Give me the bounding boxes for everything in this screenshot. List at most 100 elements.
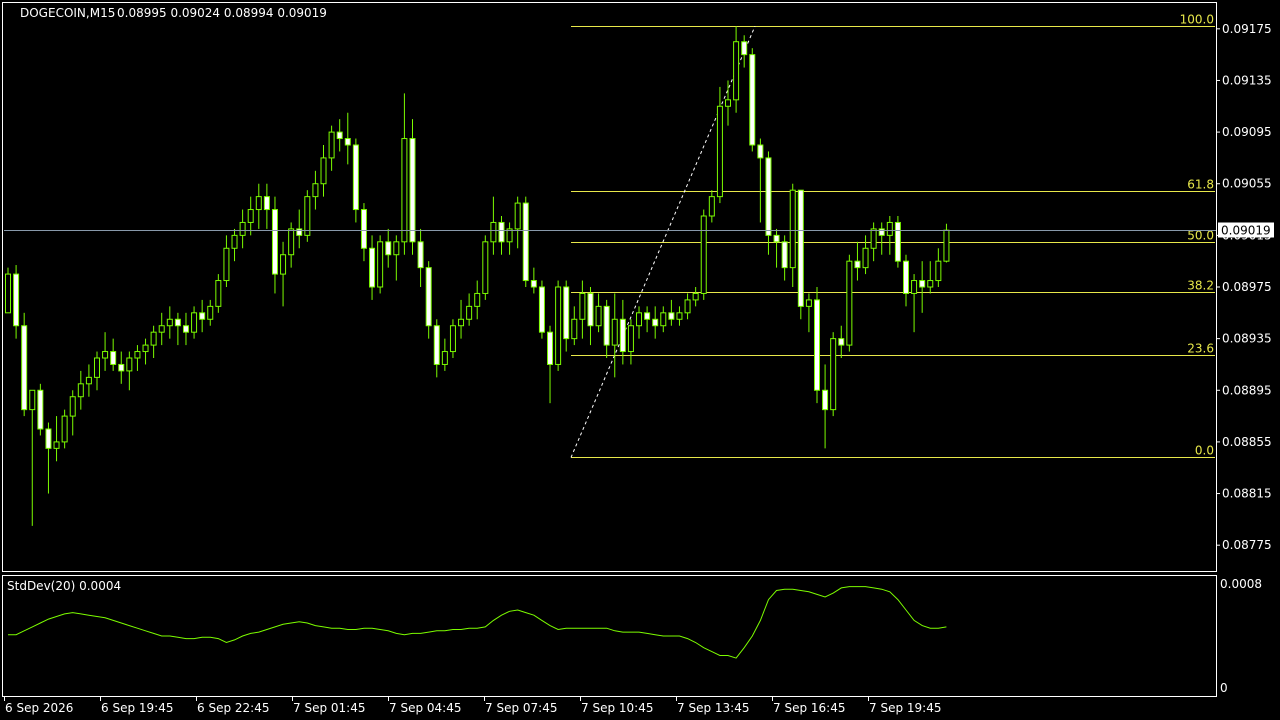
candle <box>5 267 11 314</box>
candle <box>733 26 740 113</box>
candle-body-bull <box>911 280 918 294</box>
candle <box>603 299 610 358</box>
candle-body-bull <box>207 305 214 320</box>
candle <box>911 274 918 333</box>
candle-body-bull <box>862 247 869 269</box>
candle <box>296 209 303 249</box>
candle-body-bear <box>644 312 651 320</box>
candle <box>700 209 707 300</box>
candle-body-bull <box>5 273 11 314</box>
candle <box>377 235 384 294</box>
candle-body-bull <box>692 292 699 301</box>
candle <box>320 145 327 197</box>
candle-body-bear <box>417 241 424 269</box>
candle <box>263 183 270 229</box>
candle <box>425 261 432 339</box>
candle-body-bull <box>29 389 36 411</box>
candle <box>660 306 667 333</box>
time-axis[interactable]: 6 Sep 2026 6 Sep 19:45 6 Sep 22:45 7 Sep 01… <box>4 697 942 715</box>
candle-body-bear <box>369 247 376 288</box>
candle <box>304 190 311 242</box>
candle <box>360 203 367 262</box>
candle-body-bear <box>902 260 909 294</box>
price-tick-label: 0.08935 <box>1222 332 1272 346</box>
fib-trendline[interactable] <box>570 26 756 458</box>
candle-body-bull <box>935 260 942 282</box>
main-panel-frame <box>2 2 1217 572</box>
candle <box>530 267 537 294</box>
candle <box>563 280 570 352</box>
candle <box>21 312 28 417</box>
candle-body-bear <box>344 138 351 146</box>
candle-body-bear <box>360 209 367 249</box>
candle-body-bear <box>530 280 537 288</box>
candle <box>45 422 52 494</box>
price-axis[interactable]: 0.091750.091350.090950.090550.090150.089… <box>1216 22 1272 552</box>
candle <box>77 370 84 410</box>
candle <box>199 299 206 333</box>
indicator-panel-frame <box>2 575 1217 697</box>
candle-body-bear <box>822 389 829 411</box>
candle <box>223 235 230 287</box>
candle <box>93 351 100 391</box>
candle-body-bear <box>296 228 303 236</box>
candle-body-bull <box>927 280 934 288</box>
candle <box>571 306 578 346</box>
candle <box>247 196 254 236</box>
candle-body-bull <box>223 247 230 282</box>
candle <box>215 274 222 313</box>
candle <box>870 222 877 262</box>
candle <box>102 332 109 371</box>
candle-body-bull <box>53 441 60 449</box>
candle-body-bull <box>943 229 950 262</box>
candle <box>369 235 376 300</box>
candle-body-bear <box>894 221 901 262</box>
time-tick-label: 7 Sep 10:45 <box>581 701 653 715</box>
candle <box>336 119 343 152</box>
candle-body-bull <box>280 254 287 275</box>
candle <box>595 293 602 333</box>
candle-body-bull <box>789 189 796 269</box>
candlestick-chart[interactable]: 100.061.850.038.223.60.0 0.09175 0.09135 0… <box>0 0 1280 720</box>
candle-body-bull <box>93 357 100 378</box>
candle-body-bull <box>595 305 602 327</box>
candle <box>757 138 764 223</box>
stddev-line <box>8 586 947 659</box>
candle-body-bear <box>741 41 748 56</box>
candle-body-bear <box>409 138 416 243</box>
candle <box>822 364 829 449</box>
candle-body-bear <box>13 273 20 327</box>
candle <box>231 228 238 262</box>
fib-level-label: 61.8 <box>1187 178 1214 192</box>
candle-body-bull <box>377 241 384 288</box>
candle <box>522 196 529 287</box>
price-tick-label: 0.08975 <box>1222 280 1272 294</box>
candle-body-bull <box>134 351 141 359</box>
candle <box>150 325 157 358</box>
price-tick-label: 0.09175 <box>1222 22 1272 36</box>
candle-body-bear <box>336 131 343 140</box>
candle-body-bull <box>805 299 812 307</box>
fib-level-label: 23.6 <box>1187 342 1214 356</box>
candle-body-bear <box>522 202 529 282</box>
candle <box>118 351 125 384</box>
candle-body-bull <box>126 357 133 372</box>
candle-body-bear <box>110 351 117 365</box>
candle-body-bull <box>716 105 723 198</box>
candle <box>474 280 481 320</box>
time-tick-label: 6 Sep 22:45 <box>197 701 269 715</box>
fibonacci-retracement[interactable]: 100.061.850.038.223.60.0 <box>570 13 1215 458</box>
candle-body-bear <box>797 189 804 307</box>
candle-body-bear <box>271 209 278 275</box>
candle-body-bull <box>304 196 311 236</box>
price-tick-label: 0.09135 <box>1222 73 1272 87</box>
candle <box>676 306 683 326</box>
candle <box>927 261 934 294</box>
indicator-axis: 0.0008 0 <box>1220 577 1262 695</box>
candle-body-bull <box>458 318 465 327</box>
candle <box>514 196 521 249</box>
candle-body-bull <box>636 312 643 327</box>
candle-body-bull <box>676 312 683 320</box>
candle-body-bull <box>466 305 473 320</box>
candle <box>280 241 287 307</box>
